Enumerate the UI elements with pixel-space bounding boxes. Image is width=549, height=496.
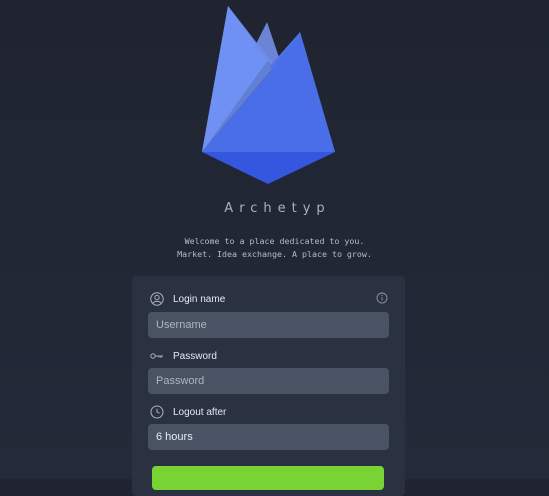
login-card: Login name Password Logout after <box>132 276 405 496</box>
info-icon[interactable] <box>376 292 388 304</box>
login-submit-button[interactable] <box>152 466 384 490</box>
username-input[interactable] <box>148 312 389 338</box>
tagline-line-2: Market. Idea exchange. A place to grow. <box>177 249 372 259</box>
login-name-label-row: Login name <box>149 291 225 307</box>
logout-after-value: 6 hours <box>156 431 193 443</box>
tagline-line-1: Welcome to a place dedicated to you. <box>184 236 365 246</box>
login-name-label: Login name <box>173 293 226 305</box>
password-input[interactable] <box>148 368 389 394</box>
user-icon <box>149 291 165 307</box>
logout-after-label-row: Logout after <box>149 404 226 420</box>
logout-after-label: Logout after <box>173 406 227 418</box>
password-label: Password <box>173 350 217 362</box>
logout-after-select[interactable]: 6 hours <box>148 424 389 450</box>
clock-icon <box>149 404 165 420</box>
password-label-row: Password <box>149 348 217 364</box>
archetyp-logo <box>202 6 335 184</box>
key-icon <box>149 348 165 364</box>
brand-name: Archetyp <box>224 201 331 216</box>
